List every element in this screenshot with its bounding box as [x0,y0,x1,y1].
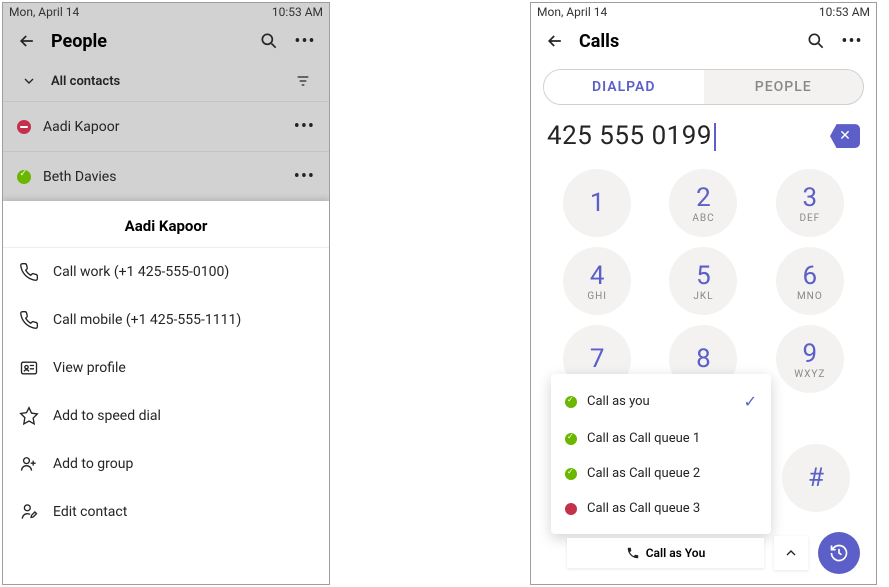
add-to-group-item[interactable]: Add to group [3,440,329,488]
contact-row[interactable]: Beth Davies ••• [3,151,329,201]
dialpad: 1 2ABC 3DEF 4GHI 5JKL 6MNO 7 8 9WXYZ [531,159,876,403]
call-as-popup: Call as you ✓ Call as Call queue 1 Call … [551,374,771,534]
history-icon [829,543,849,563]
presence-busy-icon [565,503,577,515]
sheet-title: Aadi Kapoor [3,201,329,248]
bottom-bar: Call as You [567,532,860,574]
group-add-icon [19,454,39,474]
key-5[interactable]: 5JKL [669,247,737,315]
presence-available-icon [565,433,577,445]
key-3[interactable]: 3DEF [776,169,844,237]
segmented-tabs: DIALPAD PEOPLE [543,69,864,105]
status-bar: Mon, April 14 10:53 AM [3,3,329,21]
check-icon: ✓ [744,392,757,411]
key-1[interactable]: 1 [563,169,631,237]
page-title: Calls [579,31,792,52]
sheet-item-label: Add to group [53,456,133,472]
more-icon[interactable]: ••• [840,29,864,53]
popup-item-label: Call as Call queue 2 [587,466,700,481]
filter-icon[interactable] [291,69,315,93]
contacts-filter-row: All contacts [3,61,329,101]
call-as-queue2-item[interactable]: Call as Call queue 2 [551,456,771,491]
header: Calls ••• [531,21,876,61]
call-as-button[interactable]: Call as You [567,538,764,568]
card-icon [19,358,39,378]
popup-item-label: Call as Call queue 1 [587,431,700,446]
sheet-item-label: Call mobile (+1 425-555-1111) [53,312,241,328]
tab-dialpad[interactable]: DIALPAD [544,70,704,104]
header: People ••• [3,21,329,61]
contact-action-sheet: Aadi Kapoor Call work (+1 425-555-0100) … [3,201,329,584]
tab-people[interactable]: PEOPLE [704,70,864,104]
phone-icon [19,310,39,330]
popup-item-label: Call as you [587,394,650,409]
call-as-label: Call as You [646,546,706,560]
chevron-up-button[interactable] [774,536,808,570]
add-speed-dial-item[interactable]: Add to speed dial [3,392,329,440]
phone-icon [626,546,640,560]
call-as-queue1-item[interactable]: Call as Call queue 1 [551,421,771,456]
key-hash[interactable]: # [782,444,850,512]
call-mobile-item[interactable]: Call mobile (+1 425-555-1111) [3,296,329,344]
presence-available-icon [565,396,577,408]
presence-available-icon [565,468,577,480]
key-9[interactable]: 9WXYZ [776,325,844,393]
status-bar: Mon, April 14 10:53 AM [531,3,876,21]
status-time: 10:53 AM [272,5,323,19]
sheet-item-label: View profile [53,360,126,376]
phone-icon [19,262,39,282]
dial-display: 425 555 0199 ✕ [531,113,876,159]
edit-contact-item[interactable]: Edit contact [3,488,329,536]
search-icon[interactable] [804,29,828,53]
search-icon[interactable] [257,29,281,53]
call-work-item[interactable]: Call work (+1 425-555-0100) [3,248,329,296]
star-icon [19,406,39,426]
all-contacts-label[interactable]: All contacts [51,74,120,89]
key-4[interactable]: 4GHI [563,247,631,315]
backspace-icon[interactable]: ✕ [830,124,860,148]
call-as-queue3-item[interactable]: Call as Call queue 3 [551,491,771,526]
status-date: Mon, April 14 [537,5,607,19]
sheet-item-label: Add to speed dial [53,408,161,424]
contact-name: Beth Davies [43,169,282,185]
text-cursor [714,123,716,151]
sheet-item-label: Call work (+1 425-555-0100) [53,264,229,280]
key-6[interactable]: 6MNO [776,247,844,315]
status-time: 10:53 AM [819,5,870,19]
page-title: People [51,31,245,52]
chevron-down-icon[interactable] [17,69,41,93]
sheet-item-label: Edit contact [53,504,127,520]
contact-more-icon[interactable]: ••• [294,116,315,137]
status-date: Mon, April 14 [9,5,79,19]
more-icon[interactable]: ••• [293,29,317,53]
back-icon[interactable] [15,29,39,53]
history-button[interactable] [818,532,860,574]
key-2[interactable]: 2ABC [669,169,737,237]
contact-name: Aadi Kapoor [43,119,282,135]
contact-row[interactable]: Aadi Kapoor ••• [3,101,329,151]
view-profile-item[interactable]: View profile [3,344,329,392]
call-as-you-item[interactable]: Call as you ✓ [551,382,771,421]
dialed-number[interactable]: 425 555 0199 [547,121,830,151]
edit-icon [19,502,39,522]
back-icon[interactable] [543,29,567,53]
presence-available-icon [17,170,31,184]
popup-item-label: Call as Call queue 3 [587,501,700,516]
presence-dnd-icon [17,120,31,134]
chevron-up-icon [783,545,799,561]
contact-more-icon[interactable]: ••• [294,166,315,187]
